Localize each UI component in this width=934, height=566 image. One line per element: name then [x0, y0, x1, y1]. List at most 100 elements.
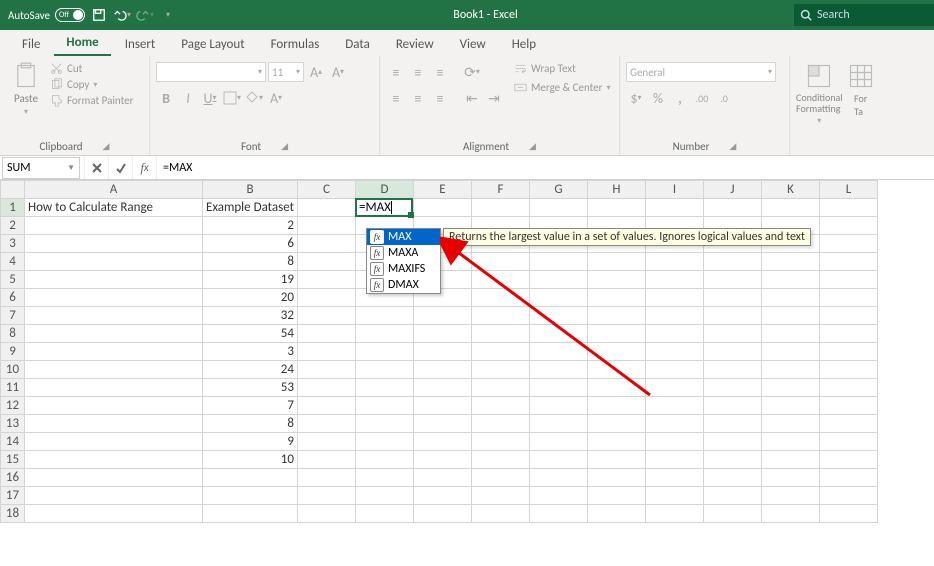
cell[interactable]	[355, 343, 413, 361]
cell[interactable]	[25, 469, 203, 487]
cell[interactable]	[25, 253, 203, 271]
cell[interactable]	[529, 397, 587, 415]
alignment-dialog-icon[interactable]: ◢	[529, 141, 536, 152]
cell[interactable]	[471, 433, 529, 451]
cell[interactable]	[471, 307, 529, 325]
cell[interactable]	[587, 343, 645, 361]
col-header[interactable]: J	[703, 181, 761, 199]
tab-view[interactable]: View	[448, 33, 498, 56]
cell[interactable]	[819, 199, 877, 217]
align-center-icon[interactable]: ≡	[408, 88, 428, 108]
col-header[interactable]: A	[25, 181, 203, 199]
col-header[interactable]: G	[529, 181, 587, 199]
cell[interactable]	[413, 325, 471, 343]
cell[interactable]	[819, 397, 877, 415]
italic-button[interactable]: I	[178, 88, 198, 108]
cell[interactable]	[355, 505, 413, 523]
tab-insert[interactable]: Insert	[113, 33, 168, 56]
cell[interactable]	[645, 271, 703, 289]
cell[interactable]	[819, 505, 877, 523]
cell[interactable]	[471, 289, 529, 307]
cell[interactable]	[297, 325, 355, 343]
copy-button[interactable]: Copy ▾	[50, 78, 133, 91]
font-color-button[interactable]: A▾	[266, 88, 286, 108]
cell[interactable]	[529, 253, 587, 271]
col-header[interactable]: K	[761, 181, 819, 199]
cell[interactable]	[703, 415, 761, 433]
tab-data[interactable]: Data	[333, 33, 382, 56]
cell[interactable]	[297, 487, 355, 505]
cell[interactable]	[703, 433, 761, 451]
cell[interactable]	[413, 379, 471, 397]
format-as-table-button[interactable]: ForTa	[847, 62, 875, 118]
cell[interactable]	[819, 379, 877, 397]
cell[interactable]	[761, 505, 819, 523]
row-header[interactable]: 8	[1, 325, 25, 343]
fill-color-button[interactable]: ▾	[244, 88, 264, 108]
cell[interactable]	[529, 289, 587, 307]
tab-home[interactable]: Home	[54, 31, 110, 56]
cell[interactable]: 2	[203, 217, 298, 235]
font-dialog-icon[interactable]: ◢	[281, 141, 288, 152]
orientation-icon[interactable]: ⟳▾	[462, 62, 482, 82]
cell[interactable]	[587, 271, 645, 289]
tab-formulas[interactable]: Formulas	[259, 33, 332, 56]
name-box[interactable]: SUM▼	[2, 157, 80, 179]
cell[interactable]	[355, 469, 413, 487]
align-middle-icon[interactable]: ≡	[408, 62, 428, 82]
cell[interactable]	[471, 487, 529, 505]
cell[interactable]	[645, 361, 703, 379]
bold-button[interactable]: B	[156, 88, 176, 108]
cell[interactable]	[25, 451, 203, 469]
cell[interactable]	[355, 415, 413, 433]
cell[interactable]	[355, 379, 413, 397]
border-button[interactable]: ▾	[222, 88, 242, 108]
cell[interactable]	[297, 199, 355, 217]
cell[interactable]	[413, 505, 471, 523]
cell[interactable]	[587, 199, 645, 217]
cell[interactable]	[471, 325, 529, 343]
cell[interactable]: 7	[203, 397, 298, 415]
cell[interactable]	[413, 361, 471, 379]
row-header[interactable]: 14	[1, 433, 25, 451]
cell[interactable]	[703, 289, 761, 307]
cell[interactable]	[587, 505, 645, 523]
cell[interactable]	[529, 415, 587, 433]
cell[interactable]: 54	[203, 325, 298, 343]
save-icon[interactable]	[90, 6, 108, 24]
format-painter-button[interactable]: Format Painter	[50, 94, 133, 107]
cell[interactable]	[819, 343, 877, 361]
cell[interactable]: Example Dataset	[203, 199, 298, 217]
col-header[interactable]: F	[471, 181, 529, 199]
cell[interactable]	[297, 469, 355, 487]
cell[interactable]: 10	[203, 451, 298, 469]
cell[interactable]	[413, 307, 471, 325]
cell[interactable]	[819, 235, 877, 253]
row-header[interactable]: 16	[1, 469, 25, 487]
underline-button[interactable]: U▾	[200, 88, 220, 108]
cell[interactable]	[529, 433, 587, 451]
cell[interactable]	[529, 451, 587, 469]
cell[interactable]	[25, 505, 203, 523]
qat-customize-icon[interactable]: ▾	[159, 6, 177, 24]
cell[interactable]	[413, 451, 471, 469]
cell[interactable]	[297, 415, 355, 433]
cell[interactable]	[355, 361, 413, 379]
cell[interactable]	[413, 397, 471, 415]
tab-review[interactable]: Review	[384, 33, 446, 56]
cell[interactable]	[703, 271, 761, 289]
col-header[interactable]: H	[587, 181, 645, 199]
row-header[interactable]: 7	[1, 307, 25, 325]
cell[interactable]	[471, 379, 529, 397]
cell[interactable]	[703, 307, 761, 325]
cell[interactable]	[645, 505, 703, 523]
cell[interactable]	[25, 307, 203, 325]
cell[interactable]	[529, 325, 587, 343]
col-header[interactable]: C	[297, 181, 355, 199]
cell[interactable]: 3	[203, 343, 298, 361]
align-top-icon[interactable]: ≡	[386, 62, 406, 82]
cell[interactable]	[587, 451, 645, 469]
cell[interactable]	[819, 433, 877, 451]
col-header[interactable]: L	[819, 181, 877, 199]
cell[interactable]	[703, 379, 761, 397]
